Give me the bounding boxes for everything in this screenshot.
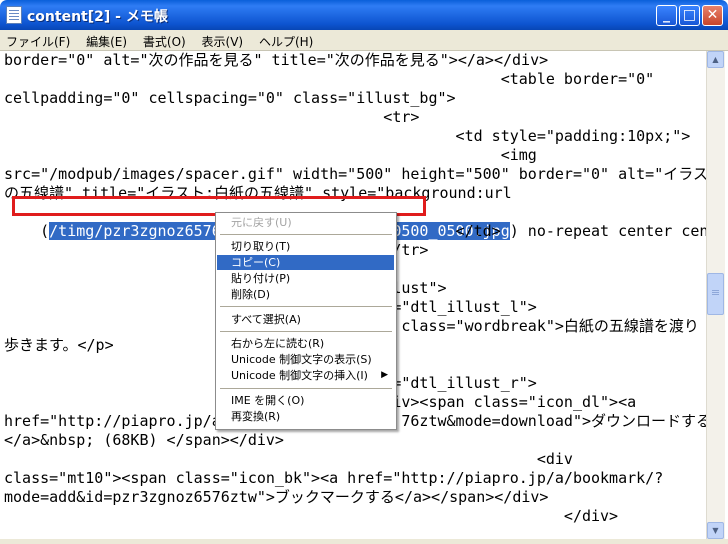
- menu-item-insert-unicode[interactable]: Unicode 制御文字の挿入(I) ▶: [217, 368, 394, 383]
- editor-line: </div>: [4, 507, 619, 525]
- menu-item-rtl-reading[interactable]: 右から左に読む(R): [217, 336, 394, 351]
- title-bar[interactable]: content[2] - メモ帳 _ □ ✕: [0, 0, 728, 30]
- menu-item-cut[interactable]: 切り取り(T): [217, 239, 394, 254]
- line-rest: ) no-repeat center center;">: [509, 222, 706, 240]
- editor-line: <table border="0": [4, 70, 655, 88]
- editor-line: border="0" alt="次の作品を見る" title="次の作品を見る"…: [4, 51, 549, 69]
- menu-item-show-unicode[interactable]: Unicode 制御文字の表示(S): [217, 352, 394, 367]
- menu-item-reconvert[interactable]: 再変換(R): [217, 409, 394, 424]
- menu-item-open-ime[interactable]: IME を開く(O): [217, 393, 394, 408]
- menu-help[interactable]: ヘルプ(H): [253, 30, 319, 50]
- scroll-down-icon[interactable]: ▼: [707, 522, 724, 539]
- menu-view[interactable]: 表示(V): [196, 30, 250, 50]
- editor-line: <img: [4, 146, 537, 164]
- editor-line: src="/modpub/images/spacer.gif" width="5…: [4, 165, 706, 183]
- menu-separator: [220, 388, 392, 389]
- context-menu: 元に戻す(U) 切り取り(T) コピー(C) 貼り付け(P) 削除(D) すべて…: [215, 212, 397, 430]
- editor-line: <tr>: [4, 108, 420, 126]
- menu-item-select-all[interactable]: すべて選択(A): [217, 312, 394, 327]
- vertical-scrollbar[interactable]: ▲ ▼: [706, 51, 725, 539]
- editor-line: 歩きます。</p>: [4, 336, 114, 354]
- window-title: content[2] - メモ帳: [27, 9, 168, 25]
- menu-separator: [220, 306, 392, 307]
- menu-item-paste[interactable]: 貼り付け(P): [217, 271, 394, 286]
- editor-line: <td style="padding:10px;">: [4, 127, 691, 145]
- menu-item-delete[interactable]: 削除(D): [217, 287, 394, 302]
- menu-item-undo[interactable]: 元に戻す(U): [217, 215, 394, 230]
- resize-grip[interactable]: [706, 539, 728, 544]
- submenu-arrow-icon: ▶: [381, 370, 388, 380]
- menu-format[interactable]: 書式(O): [137, 30, 192, 50]
- scroll-up-icon[interactable]: ▲: [707, 51, 724, 68]
- menu-item-copy[interactable]: コピー(C): [217, 255, 394, 270]
- editor-line: class="mt10"><span class="icon_bk"><a hr…: [4, 469, 664, 487]
- menu-item-insert-unicode-label: Unicode 制御文字の挿入(I): [231, 369, 368, 382]
- menu-bar: ファイル(F) 編集(E) 書式(O) 表示(V) ヘルプ(H): [0, 30, 728, 51]
- menu-separator: [220, 331, 392, 332]
- editor-line: </a>&nbsp; (68KB) </span></div>: [4, 431, 284, 449]
- close-button[interactable]: ✕: [702, 5, 723, 26]
- editor-line: mode=add&id=pzr3zgnoz6576ztw">ブックマークする</…: [4, 488, 549, 506]
- editor-line: cellpadding="0" cellspacing="0" class="i…: [4, 89, 456, 107]
- scroll-thumb[interactable]: [707, 273, 724, 315]
- maximize-button[interactable]: □: [679, 5, 700, 26]
- minimize-button[interactable]: _: [656, 5, 677, 26]
- window-bottom-border: [0, 539, 706, 544]
- menu-edit[interactable]: 編集(E): [80, 30, 133, 50]
- menu-file[interactable]: ファイル(F): [0, 30, 76, 50]
- menu-separator: [220, 234, 392, 235]
- notepad-icon: [6, 6, 22, 24]
- editor-line: の五線譜" title="イラスト:白紙の五線譜" style="backgro…: [4, 184, 512, 202]
- editor-line: <div: [4, 450, 573, 468]
